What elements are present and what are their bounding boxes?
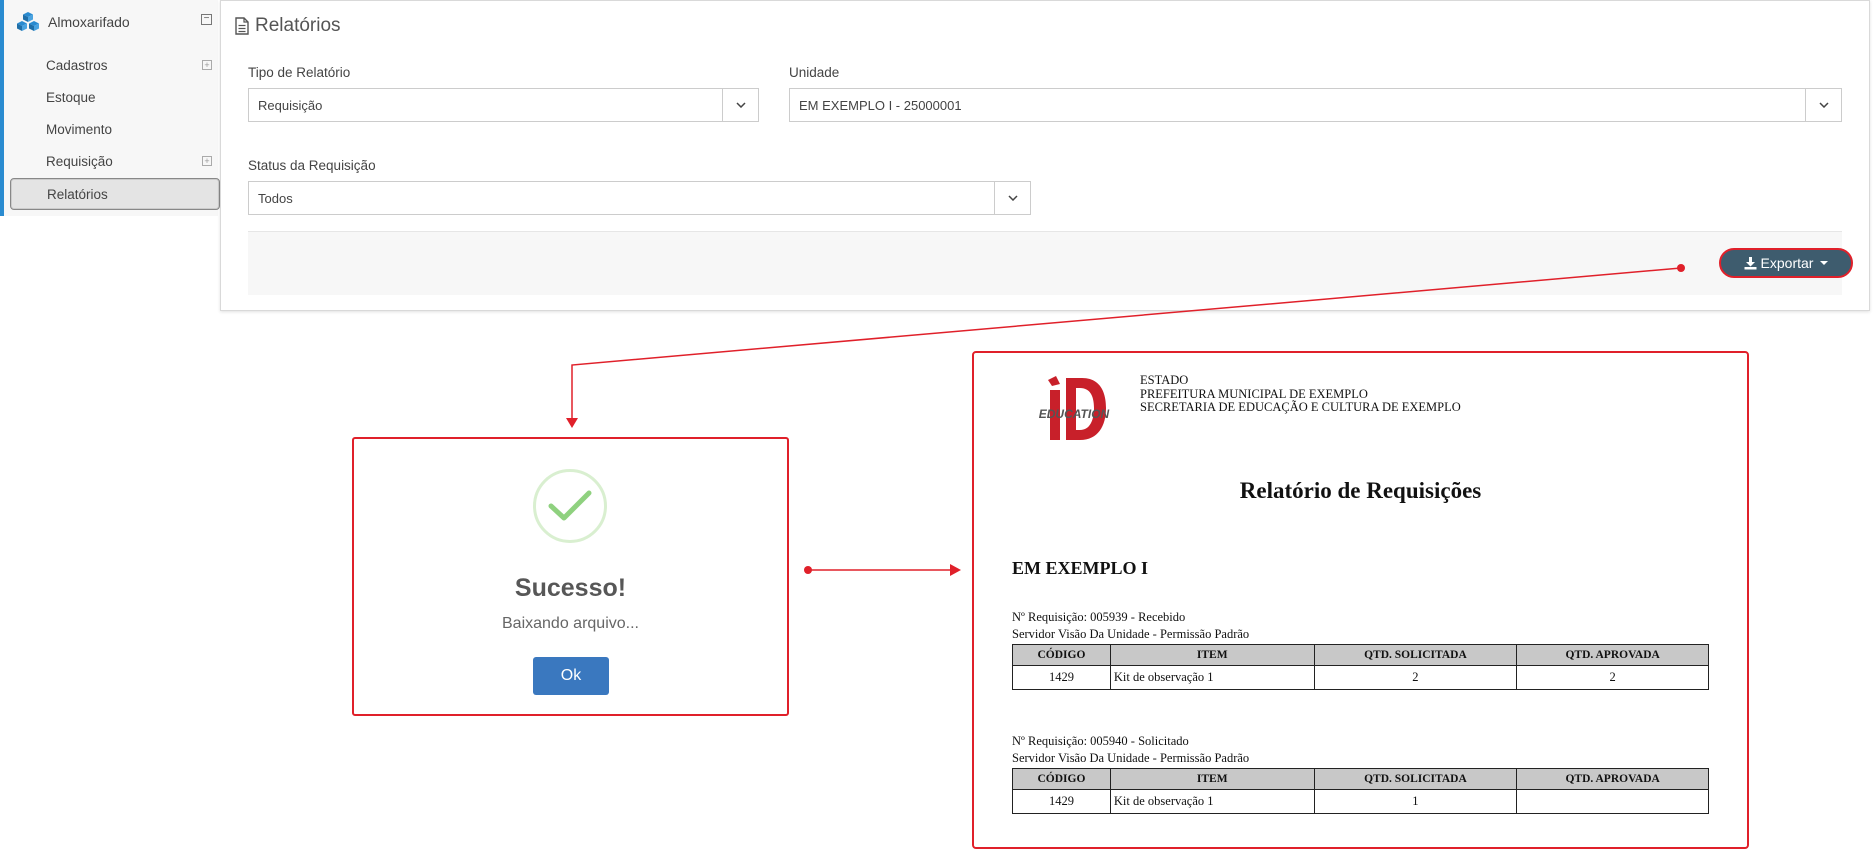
sidebar: Almoxarifado − Cadastros + Estoque Movim… bbox=[0, 0, 220, 216]
column-header: ITEM bbox=[1109, 768, 1315, 790]
sidebar-module-almoxarifado[interactable]: Almoxarifado − bbox=[10, 8, 216, 36]
cell-approved bbox=[1516, 789, 1709, 814]
column-header: ITEM bbox=[1109, 644, 1315, 666]
success-dialog: Sucesso! Baixando arquivo... Ok bbox=[352, 437, 789, 716]
requisition-server: Servidor Visão Da Unidade - Permissão Pa… bbox=[1012, 751, 1250, 765]
cell-item: Kit de observação 1 bbox=[1109, 789, 1315, 814]
requisition-table: CÓDIGO ITEM QTD. SOLICITADA QTD. APROVAD… bbox=[1012, 768, 1709, 814]
report-type-label: Tipo de Relatório bbox=[248, 65, 351, 80]
sidebar-item-cadastros[interactable]: Cadastros + bbox=[10, 51, 220, 79]
chevron-down-icon[interactable] bbox=[994, 182, 1030, 214]
success-check-circle bbox=[533, 469, 607, 543]
page-title: Relatórios bbox=[235, 15, 341, 37]
table-row: 1429 Kit de observação 1 1 bbox=[1012, 789, 1709, 814]
report-unit: EM EXEMPLO I bbox=[1012, 558, 1149, 578]
success-message: Baixando arquivo... bbox=[502, 615, 639, 632]
page-title-text: Relatórios bbox=[255, 15, 341, 36]
status-value: Todos bbox=[258, 190, 293, 206]
report-header-line: PREFEITURA MUNICIPAL DE EXEMPLO bbox=[1140, 386, 1368, 401]
export-button-label: Exportar bbox=[1760, 255, 1814, 271]
check-icon bbox=[548, 490, 592, 521]
status-select[interactable]: Todos bbox=[248, 181, 1031, 215]
expand-icon[interactable]: + bbox=[202, 156, 212, 166]
table-header-row: CÓDIGO ITEM QTD. SOLICITADA QTD. APROVAD… bbox=[1012, 644, 1709, 666]
chevron-down-icon[interactable] bbox=[1805, 89, 1841, 121]
report-header-line: SECRETARIA DE EDUCAÇÃO E CULTURA DE EXEM… bbox=[1140, 400, 1461, 414]
sidebar-item-requisicao[interactable]: Requisição + bbox=[10, 147, 220, 175]
sidebar-item-label: Relatórios bbox=[47, 186, 108, 202]
ok-button[interactable]: Ok bbox=[533, 657, 609, 695]
report-type-value: Requisição bbox=[258, 97, 323, 113]
cell-item: Kit de observação 1 bbox=[1109, 665, 1315, 690]
unit-label: Unidade bbox=[789, 65, 840, 80]
unit-select[interactable]: EM EXEMPLO I - 25000001 bbox=[789, 88, 1842, 122]
cell-code: 1429 bbox=[1012, 789, 1111, 814]
sidebar-module-label: Almoxarifado bbox=[48, 14, 130, 30]
reports-panel: Relatórios Tipo de Relatório Requisição … bbox=[220, 0, 1870, 311]
requisition-block: Nº Requisição: 005940 - Solicitado Servi… bbox=[1012, 733, 1709, 814]
arrow-dialog-to-report bbox=[804, 564, 961, 576]
column-header: QTD. APROVADA bbox=[1516, 644, 1709, 666]
success-title: Sucesso! bbox=[514, 574, 627, 602]
column-header: QTD. APROVADA bbox=[1516, 768, 1709, 790]
table-header-row: CÓDIGO ITEM QTD. SOLICITADA QTD. APROVAD… bbox=[1012, 768, 1709, 790]
column-header: QTD. SOLICITADA bbox=[1313, 768, 1518, 790]
column-header: CÓDIGO bbox=[1012, 768, 1111, 790]
sidebar-item-label: Requisição bbox=[46, 153, 113, 169]
id-education-logo: EDUCATION bbox=[1039, 376, 1110, 440]
requisition-number: Nº Requisição: 005940 - Solicitado bbox=[1012, 734, 1189, 748]
caret-down-icon bbox=[1820, 261, 1829, 265]
report-preview: EDUCATION ESTADO PREFEITURA MUNICIPAL DE… bbox=[972, 351, 1749, 849]
cubes-icon bbox=[17, 12, 39, 31]
requisition-number: Nº Requisição: 005939 - Recebido bbox=[1012, 610, 1186, 624]
requisition-table: CÓDIGO ITEM QTD. SOLICITADA QTD. APROVAD… bbox=[1012, 644, 1709, 690]
panel-footer: Exportar bbox=[248, 231, 1853, 295]
table-row: 1429 Kit de observação 1 2 2 bbox=[1012, 665, 1709, 690]
status-label: Status da Requisição bbox=[248, 158, 376, 173]
sidebar-item-estoque[interactable]: Estoque bbox=[10, 83, 220, 111]
report-type-select[interactable]: Requisição bbox=[248, 88, 759, 122]
expand-icon[interactable]: + bbox=[202, 60, 212, 70]
file-text-icon bbox=[235, 17, 249, 35]
cell-requested: 1 bbox=[1313, 789, 1518, 814]
export-button[interactable]: Exportar bbox=[1719, 248, 1853, 278]
sidebar-item-label: Estoque bbox=[46, 89, 96, 105]
requisition-server: Servidor Visão Da Unidade - Permissão Pa… bbox=[1012, 627, 1250, 641]
chevron-down-icon[interactable] bbox=[722, 89, 758, 121]
unit-value: EM EXEMPLO I - 25000001 bbox=[799, 97, 962, 113]
sidebar-item-label: Cadastros bbox=[46, 57, 108, 73]
report-title: Relatório de Requisições bbox=[1239, 478, 1482, 503]
column-header: QTD. SOLICITADA bbox=[1313, 644, 1518, 666]
cell-approved: 2 bbox=[1516, 665, 1709, 690]
sidebar-item-label: Movimento bbox=[46, 121, 113, 137]
requisition-block: Nº Requisição: 005939 - Recebido Servido… bbox=[1012, 609, 1709, 690]
collapse-icon[interactable]: − bbox=[201, 14, 212, 25]
report-header: ESTADO PREFEITURA MUNICIPAL DE EXEMPLO S… bbox=[1140, 373, 1461, 415]
cell-code: 1429 bbox=[1012, 665, 1111, 690]
logo-text: EDUCATION bbox=[1039, 407, 1110, 421]
sidebar-item-movimento[interactable]: Movimento bbox=[10, 115, 220, 143]
column-header: CÓDIGO bbox=[1012, 644, 1111, 666]
report-header-line: ESTADO bbox=[1140, 373, 1189, 387]
download-icon bbox=[1744, 256, 1757, 269]
cell-requested: 2 bbox=[1313, 665, 1518, 690]
sidebar-item-relatorios[interactable]: Relatórios bbox=[10, 178, 220, 210]
